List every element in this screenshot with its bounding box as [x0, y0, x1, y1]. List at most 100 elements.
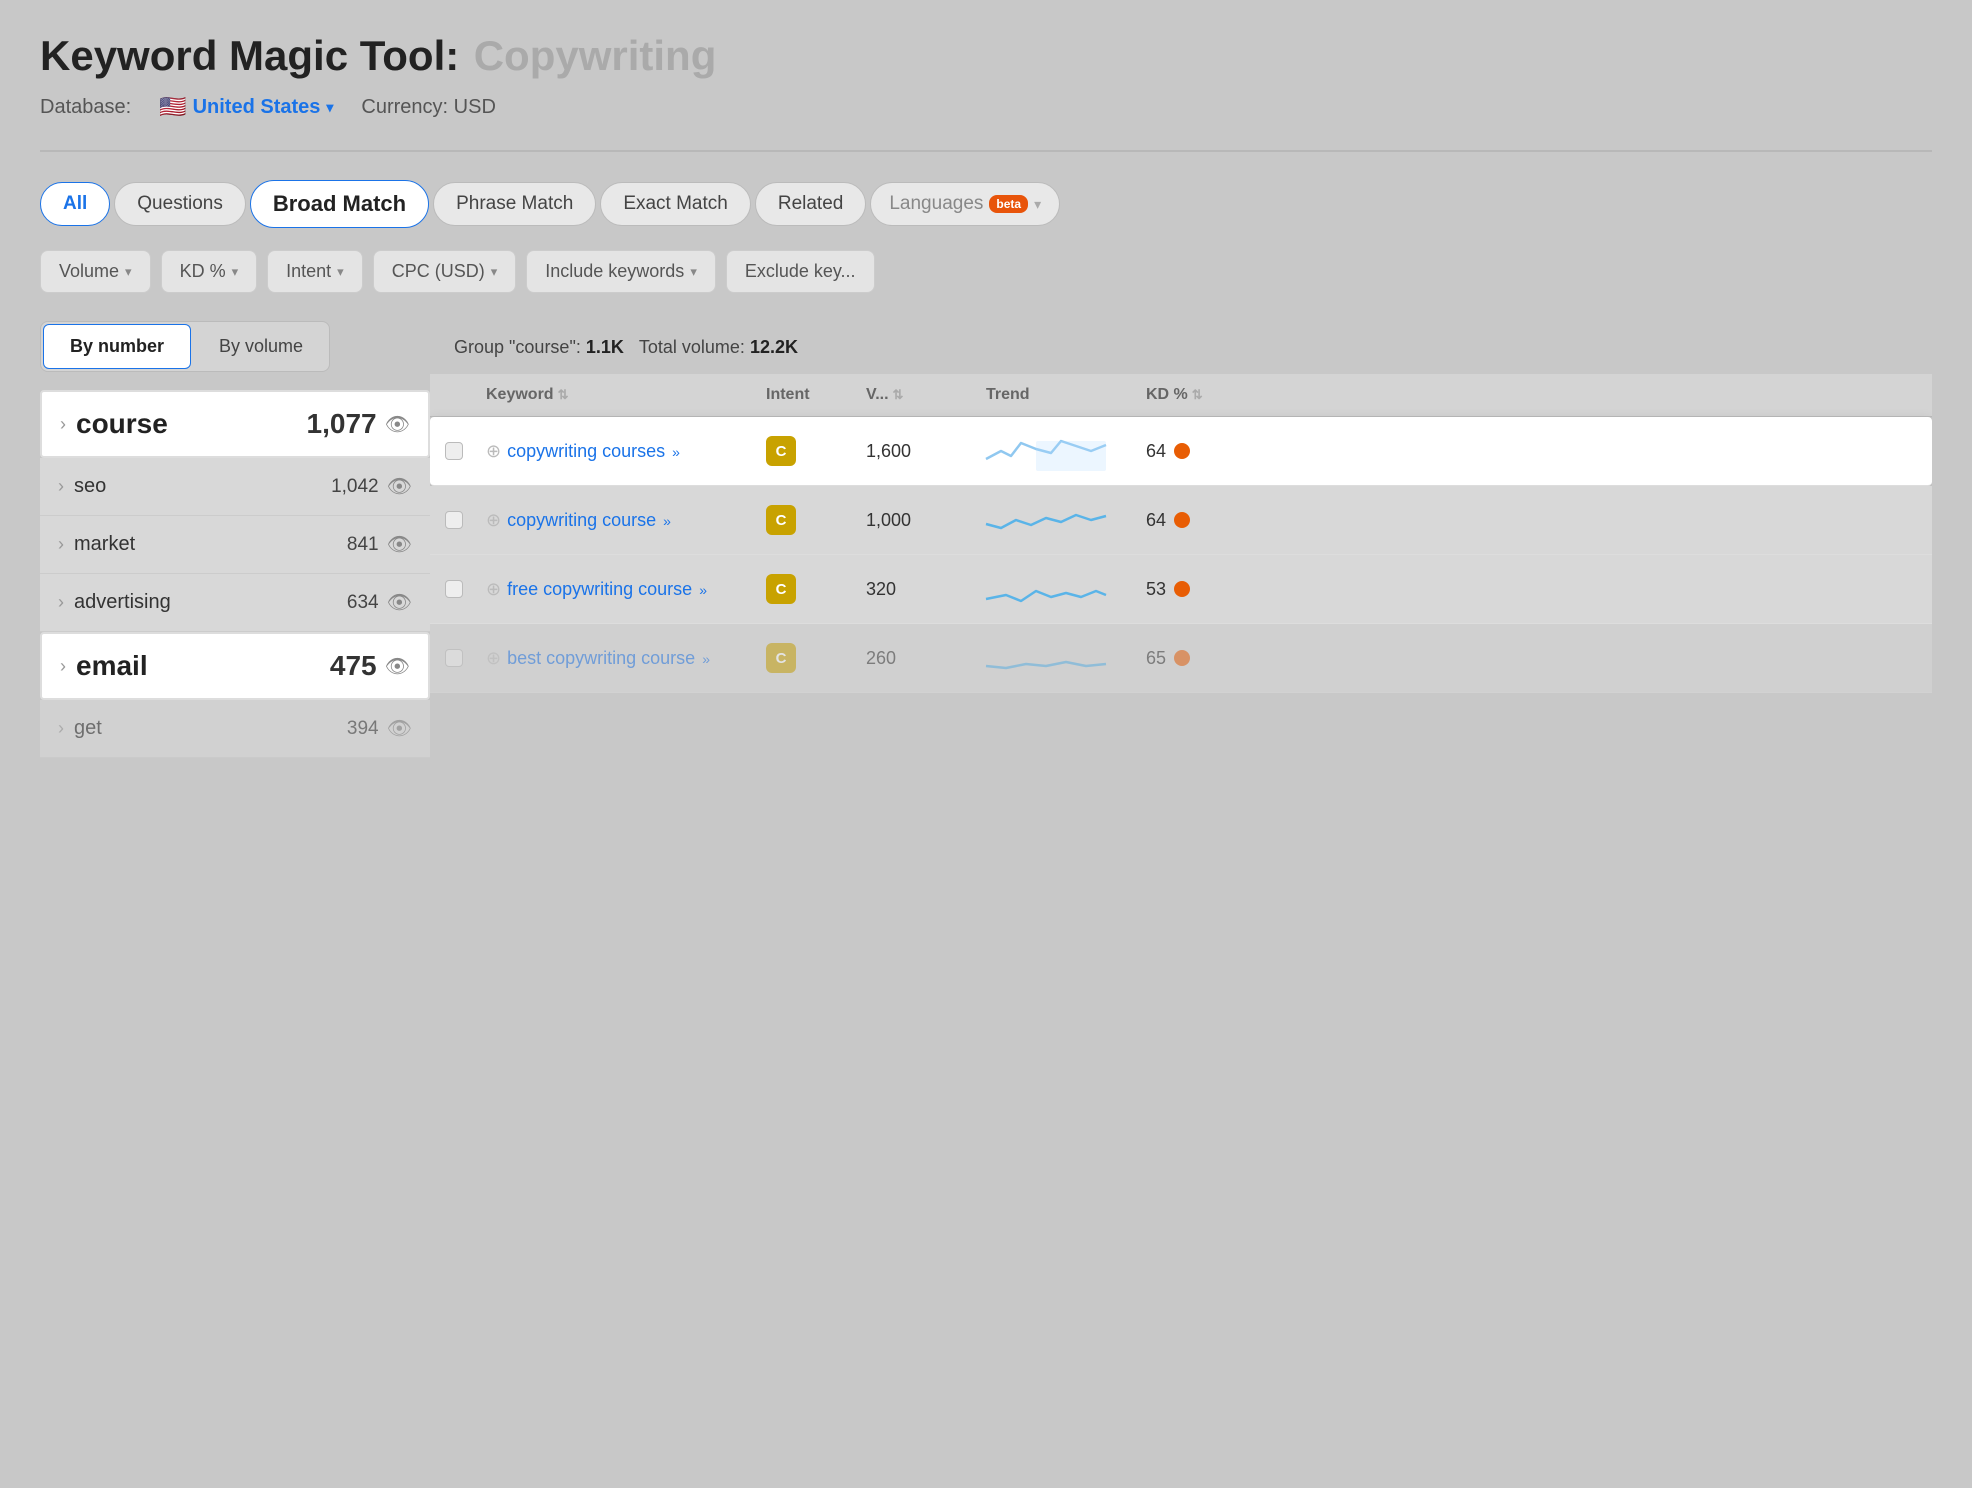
database-label: Database: [40, 96, 131, 119]
kd-value: 65 [1146, 648, 1166, 669]
keyword-link[interactable]: copywriting courses » [507, 441, 680, 461]
tab-exact-match[interactable]: Exact Match [600, 182, 751, 226]
chevron-down-icon: ▾ [491, 264, 498, 280]
group-name-seo: seo [74, 475, 106, 498]
keyword-link[interactable]: copywriting course » [507, 510, 671, 530]
filter-cpc[interactable]: CPC (USD) ▾ [373, 250, 517, 293]
filter-kd[interactable]: KD % ▾ [161, 250, 258, 293]
add-icon[interactable]: ⊕ [486, 441, 501, 462]
group-info: Group "course": 1.1K Total volume: 12.2K [430, 321, 1932, 374]
row1-intent: C [758, 436, 858, 466]
checkbox[interactable] [445, 511, 463, 529]
row1-keyword-cell: ⊕ copywriting courses » [478, 439, 758, 463]
chevron-down-icon: ▾ [326, 99, 333, 116]
sort-by-volume[interactable]: By volume [193, 322, 329, 371]
tab-phrase-match[interactable]: Phrase Match [433, 182, 596, 226]
trend-chart [986, 500, 1106, 540]
chevron-down-icon: ▾ [232, 264, 239, 280]
checkbox[interactable] [445, 580, 463, 598]
group-item-advertising[interactable]: › advertising 634 👁 [40, 574, 430, 632]
volume-value: 260 [866, 648, 896, 668]
filter-intent-label: Intent [286, 261, 331, 282]
group-name-market: market [74, 533, 135, 556]
keyword-table: Keyword ⇅ Intent V... ⇅ Trend KD % ⇅ [430, 374, 1932, 693]
add-icon[interactable]: ⊕ [486, 510, 501, 531]
filter-cpc-label: CPC (USD) [392, 261, 485, 282]
kd-dot [1174, 443, 1190, 459]
page-title: Keyword Magic Tool: Copywriting [40, 32, 1932, 80]
keyword-link[interactable]: free copywriting course » [507, 579, 707, 599]
row4-volume: 260 [858, 648, 978, 669]
row3-intent: C [758, 574, 858, 604]
volume-value: 1,600 [866, 441, 911, 461]
main-content: By number By volume › course 1,077 👁 › [40, 321, 1932, 758]
checkbox[interactable] [445, 442, 463, 460]
row3-volume: 320 [858, 579, 978, 600]
row1-kd: 64 [1138, 441, 1258, 462]
tab-questions[interactable]: Questions [114, 182, 246, 226]
group-item-get[interactable]: › get 394 👁 [40, 700, 430, 758]
eye-icon[interactable]: 👁 [387, 590, 412, 615]
arrows-icon: » [702, 651, 710, 667]
volume-value: 320 [866, 579, 896, 599]
tab-related[interactable]: Related [755, 182, 867, 226]
row2-volume: 1,000 [858, 510, 978, 531]
row1-check[interactable] [430, 442, 478, 460]
group-count-seo: 1,042 [331, 476, 379, 498]
filter-exclude[interactable]: Exclude key... [726, 250, 875, 293]
filter-volume[interactable]: Volume ▾ [40, 250, 151, 293]
chevron-down-icon: ▾ [125, 264, 132, 280]
country-selector[interactable]: 🇺🇸 United States ▾ [159, 94, 333, 120]
th-keyword[interactable]: Keyword ⇅ [478, 386, 758, 404]
row4-trend [978, 638, 1098, 678]
group-name-email: email [76, 650, 148, 682]
group-item-email[interactable]: › email 475 👁 [40, 632, 430, 700]
filter-intent[interactable]: Intent ▾ [267, 250, 363, 293]
flag-icon: 🇺🇸 [159, 94, 186, 120]
row3-check[interactable] [430, 580, 478, 598]
row2-keyword-cell: ⊕ copywriting course » [478, 508, 758, 532]
trend-chart [986, 431, 1106, 471]
filter-include[interactable]: Include keywords ▾ [526, 250, 716, 293]
eye-icon[interactable]: 👁 [385, 654, 410, 679]
tab-broad-match[interactable]: Broad Match [250, 180, 429, 228]
row4-check[interactable] [430, 649, 478, 667]
eye-icon[interactable]: 👁 [387, 474, 412, 499]
filter-volume-label: Volume [59, 261, 119, 282]
trend-chart [986, 569, 1106, 609]
filter-kd-label: KD % [180, 261, 226, 282]
sort-by-number[interactable]: By number [43, 324, 191, 369]
chevron-down-icon: ▾ [337, 264, 344, 280]
th-kd[interactable]: KD % ⇅ [1138, 386, 1258, 404]
chevron-right-icon: › [58, 534, 64, 555]
row2-check[interactable] [430, 511, 478, 529]
tab-all[interactable]: All [40, 182, 110, 226]
group-item-seo[interactable]: › seo 1,042 👁 [40, 458, 430, 516]
row2-kd: 64 [1138, 510, 1258, 531]
row3-keyword-cell: ⊕ free copywriting course » [478, 577, 758, 601]
add-icon[interactable]: ⊕ [486, 648, 501, 669]
add-icon[interactable]: ⊕ [486, 579, 501, 600]
chevron-right-icon: › [58, 592, 64, 613]
eye-icon[interactable]: 👁 [387, 716, 412, 741]
group-item-market[interactable]: › market 841 👁 [40, 516, 430, 574]
filters-row: Volume ▾ KD % ▾ Intent ▾ CPC (USD) ▾ Inc… [40, 250, 1932, 293]
th-intent: Intent [758, 386, 858, 404]
th-volume[interactable]: V... ⇅ [858, 386, 978, 404]
keyword-link[interactable]: best copywriting course » [507, 648, 710, 668]
eye-icon[interactable]: 👁 [387, 532, 412, 557]
total-volume-display: 12.2K [750, 337, 798, 357]
trend-chart [986, 638, 1106, 678]
table-row: ⊕ free copywriting course » C 320 [430, 555, 1932, 624]
table-header: Keyword ⇅ Intent V... ⇅ Trend KD % ⇅ [430, 374, 1932, 417]
title-main: Keyword Magic Tool: [40, 32, 459, 79]
filter-include-label: Include keywords [545, 261, 684, 282]
country-name: United States [193, 96, 321, 119]
row1-trend [978, 431, 1098, 471]
sort-buttons: By number By volume [40, 321, 330, 372]
eye-icon[interactable]: 👁 [385, 412, 410, 437]
tab-languages[interactable]: Languages beta ▾ [870, 182, 1060, 226]
group-count-advertising: 634 [347, 592, 379, 614]
group-item-course[interactable]: › course 1,077 👁 [40, 390, 430, 458]
checkbox[interactable] [445, 649, 463, 667]
